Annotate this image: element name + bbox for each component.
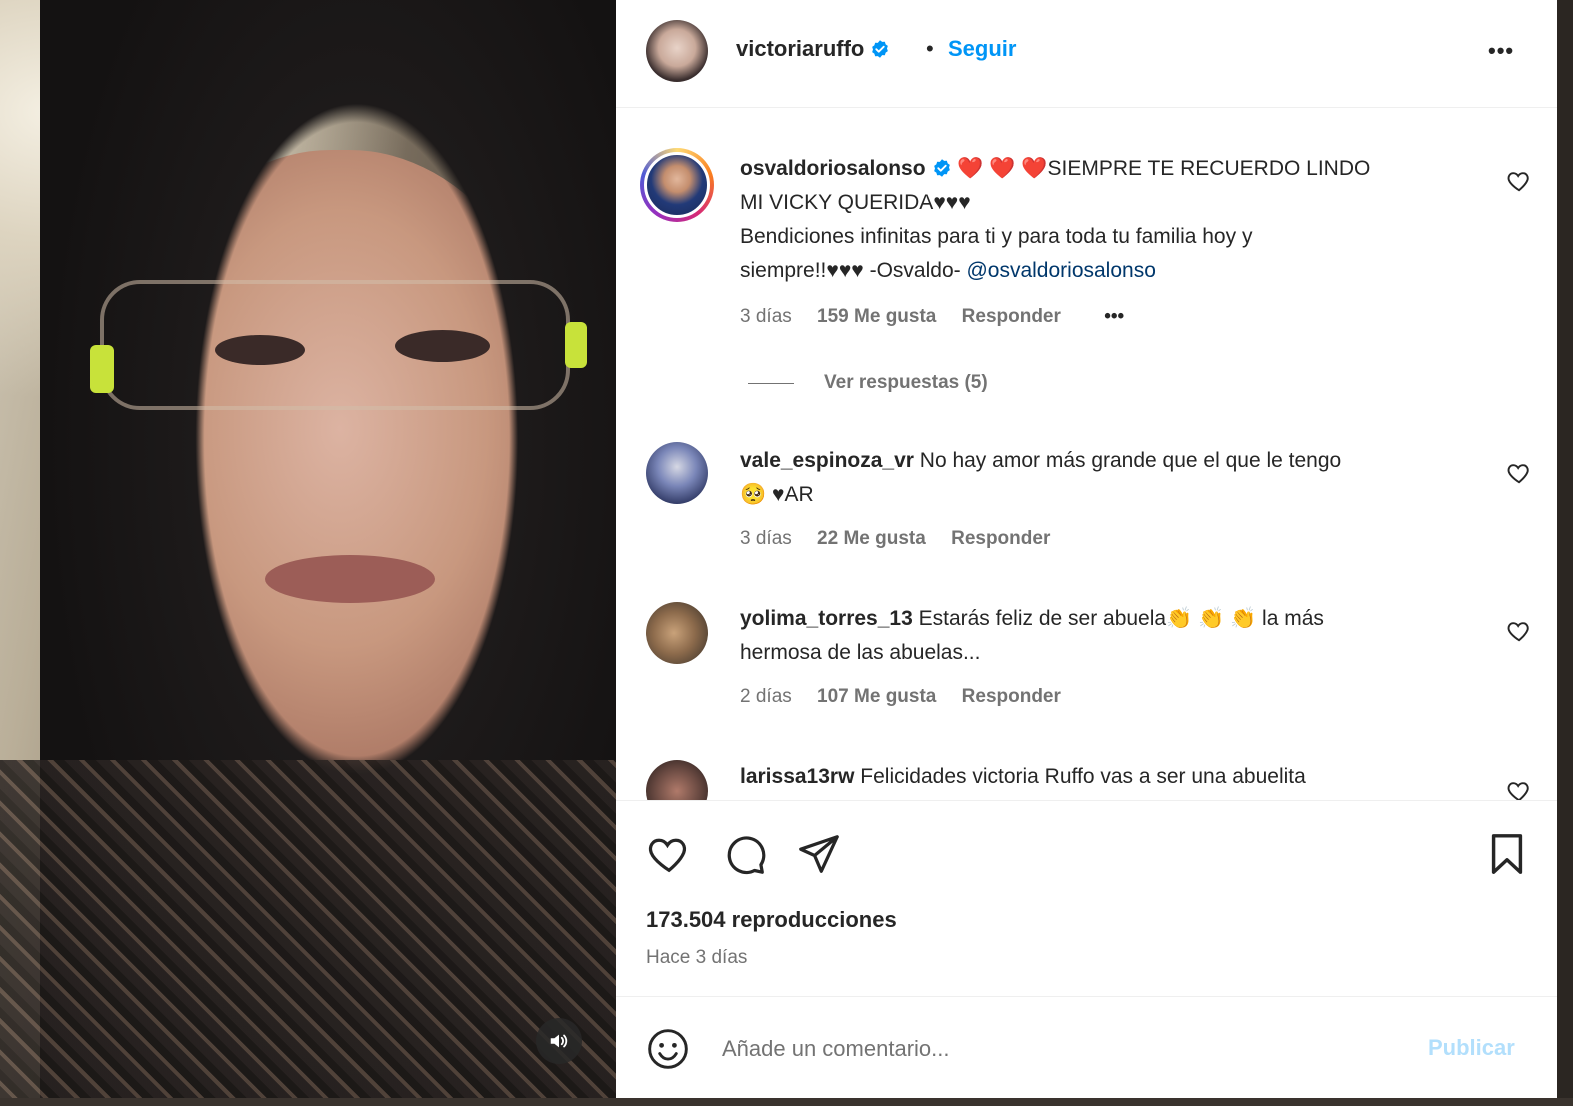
verified-badge-icon (933, 159, 950, 177)
emoji-picker-icon[interactable] (646, 1027, 690, 1071)
follow-button[interactable]: Seguir (948, 36, 1016, 62)
views-count[interactable]: 173.504 reproducciones (646, 907, 897, 933)
reply-button[interactable]: Responder (951, 528, 1050, 549)
comment-likes-count[interactable]: 22 Me gusta (817, 528, 926, 549)
comment-likes-count[interactable]: 107 Me gusta (817, 686, 936, 707)
comment-meta: 3 días 159 Me gusta Responder ••• (740, 306, 1144, 328)
comment-body-line2: hermosa de las abuelas... (740, 641, 981, 664)
comment-options-button[interactable]: ••• (1104, 306, 1124, 327)
sound-toggle-button[interactable] (536, 1018, 582, 1064)
commenter-avatar-story-ring[interactable] (640, 148, 714, 222)
commenter-avatar (644, 152, 710, 218)
comment-username[interactable]: vale_espinoza_vr (740, 449, 914, 472)
comment-input[interactable] (722, 1033, 1402, 1065)
author-username-link[interactable]: victoriaruffo (736, 36, 890, 62)
post-header: victoriaruffo • Seguir ••• (616, 0, 1557, 108)
instagram-post-modal: victoriaruffo • Seguir ••• osvaldoriosal… (0, 0, 1573, 1106)
reply-button[interactable]: Responder (962, 306, 1061, 327)
comment-text: larissa13rw Felicidades victoria Ruffo v… (740, 760, 1500, 794)
comment-time[interactable]: 3 días (740, 306, 792, 327)
view-replies-button[interactable]: Ver respuestas (5) (748, 372, 988, 394)
commenter-avatar[interactable] (646, 442, 708, 504)
save-bookmark-icon[interactable] (1484, 831, 1530, 877)
comment-body-line2: 🥺 ♥AR (740, 483, 814, 506)
post-timestamp[interactable]: Hace 3 días (646, 947, 747, 969)
post-actions: 173.504 reproducciones Hace 3 días (616, 800, 1557, 996)
comment-text: yolima_torres_13 Estarás feliz de ser ab… (740, 602, 1500, 670)
comment-body-line4: siempre!!♥♥♥ -Osvaldo- (740, 259, 967, 282)
commenter-avatar[interactable] (646, 760, 708, 800)
background-edge-right (1557, 0, 1573, 1106)
comment-time[interactable]: 3 días (740, 528, 792, 549)
comment-mention-link[interactable]: @osvaldoriosalonso (966, 259, 1155, 282)
comment-text: osvaldoriosalonso ❤️ ❤️ ❤️SIEMPRE TE REC… (740, 152, 1500, 288)
comment-time[interactable]: 2 días (740, 686, 792, 707)
replies-divider (748, 382, 794, 384)
comment-username[interactable]: larissa13rw (740, 765, 854, 788)
video-glasses (100, 280, 570, 410)
verified-badge-icon (872, 40, 889, 58)
comment-like-heart-icon[interactable] (1506, 168, 1532, 194)
comments-list[interactable]: osvaldoriosalonso ❤️ ❤️ ❤️SIEMPRE TE REC… (616, 110, 1557, 800)
comment-meta: 2 días 107 Me gusta Responder (740, 686, 1081, 708)
comment-body-line3: Bendiciones infinitas para ti y para tod… (740, 225, 1253, 248)
like-heart-icon[interactable] (646, 831, 692, 877)
comment-body-line1: Estarás feliz de ser abuela👏 👏 👏 la más (912, 607, 1324, 630)
comment-username[interactable]: osvaldoriosalonso (740, 157, 926, 180)
commenter-avatar[interactable] (646, 602, 708, 664)
comment-like-heart-icon[interactable] (1506, 778, 1532, 800)
video-mouth (265, 555, 435, 603)
comment-like-heart-icon[interactable] (1506, 460, 1532, 486)
comment-meta: 3 días 22 Me gusta Responder (740, 528, 1070, 550)
post-sidebar: victoriaruffo • Seguir ••• osvaldoriosal… (616, 0, 1557, 1098)
view-replies-label: Ver respuestas (5) (824, 372, 988, 393)
share-send-icon[interactable] (796, 831, 842, 877)
comment-username[interactable]: yolima_torres_13 (740, 607, 913, 630)
comment-body-line1: Felicidades victoria Ruffo vas a ser una… (854, 765, 1306, 788)
video-player[interactable] (0, 0, 616, 1098)
header-separator: • (926, 36, 934, 61)
more-options-button[interactable]: ••• (1488, 38, 1514, 64)
comment-text: vale_espinoza_vr No hay amor más grande … (740, 444, 1500, 512)
comment-body-line2: MI VICKY QUERIDA♥♥♥ (740, 191, 971, 214)
comment-body-line1: No hay amor más grande que el que le ten… (913, 449, 1342, 472)
speaker-icon (550, 1034, 568, 1048)
background-edge-bottom (0, 1098, 1573, 1106)
publish-button[interactable]: Publicar (1428, 1035, 1515, 1061)
author-username[interactable]: victoriaruffo (736, 36, 864, 61)
comment-likes-count[interactable]: 159 Me gusta (817, 306, 936, 327)
author-avatar[interactable] (646, 20, 708, 82)
video-clothing (0, 760, 616, 1098)
comment-composer: Publicar (616, 996, 1557, 1098)
comment-bubble-icon[interactable] (722, 831, 768, 877)
comment-like-heart-icon[interactable] (1506, 618, 1532, 644)
comment-body-line1: ❤️ ❤️ ❤️SIEMPRE TE RECUERDO LINDO (951, 157, 1371, 180)
video-glasses-clip-right (565, 322, 587, 368)
video-glasses-clip-left (90, 345, 114, 393)
reply-button[interactable]: Responder (962, 686, 1061, 707)
